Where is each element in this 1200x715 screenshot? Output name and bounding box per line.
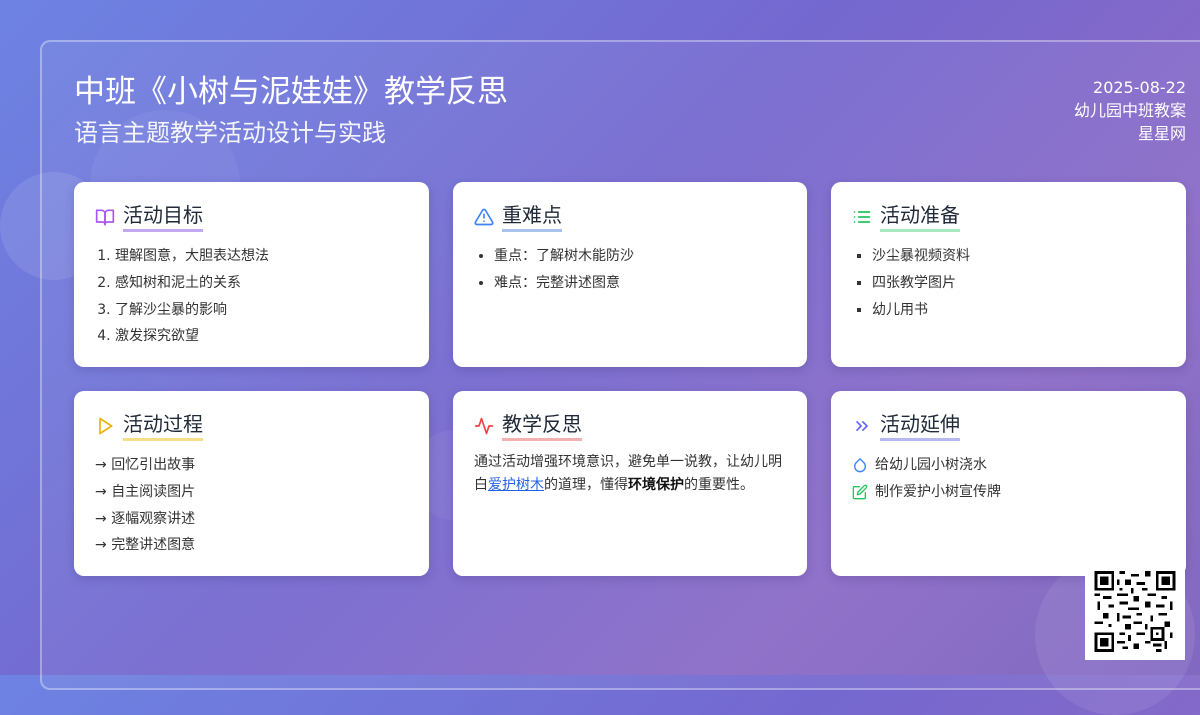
list-item: 完整讲述图意 <box>95 532 411 559</box>
card-title: 活动目标 <box>123 202 203 232</box>
list-item: 沙尘暴视频资料 <box>872 243 1168 270</box>
book-open-icon <box>95 209 115 226</box>
card-header: 活动准备 <box>852 202 960 232</box>
card-body: 理解图意，大胆表达想法 感知树和泥土的关系 了解沙尘暴的影响 激发探究欲望 <box>95 243 411 350</box>
list-item: 幼儿用书 <box>872 297 1168 324</box>
meta-info: 2025-08-22 幼儿园中班教案 星星网 <box>1074 76 1186 145</box>
card-extension: 活动延伸 给幼儿园小树浇水 制作爱护小树宣传牌 <box>831 391 1186 576</box>
card-title: 活动准备 <box>880 202 960 232</box>
card-keypoints: 重难点 重点：了解树木能防沙 难点：完整讲述图意 <box>453 182 807 367</box>
list-item: 制作爱护小树宣传牌 <box>852 479 1168 506</box>
card-body: 重点：了解树木能防沙 难点：完整讲述图意 <box>474 243 789 297</box>
goals-list: 理解图意，大胆表达想法 感知树和泥土的关系 了解沙尘暴的影响 激发探究欲望 <box>95 243 411 350</box>
card-header: 教学反思 <box>474 411 582 441</box>
list-item: 逐幅观察讲述 <box>95 506 411 533</box>
alert-triangle-icon <box>474 208 494 226</box>
reflection-text: 通过活动增强环境意识，避免单一说教，让幼儿明白爱护树木的道理，懂得环境保护的重要… <box>474 451 789 497</box>
card-process: 活动过程 回忆引出故事 自主阅读图片 逐幅观察讲述 完整讲述图意 <box>74 391 429 576</box>
card-body: 回忆引出故事 自主阅读图片 逐幅观察讲述 完整讲述图意 <box>95 452 411 559</box>
qr-code[interactable] <box>1085 563 1185 660</box>
extension-list: 给幼儿园小树浇水 制作爱护小树宣传牌 <box>852 452 1168 506</box>
card-goals: 活动目标 理解图意，大胆表达想法 感知树和泥土的关系 了解沙尘暴的影响 激发探究… <box>74 182 429 367</box>
card-title: 活动过程 <box>123 411 203 441</box>
card-body: 给幼儿园小树浇水 制作爱护小树宣传牌 <box>852 452 1168 506</box>
card-preparation: 活动准备 沙尘暴视频资料 四张教学图片 幼儿用书 <box>831 182 1186 367</box>
card-title: 重难点 <box>502 202 562 232</box>
reflection-text-part: 的重要性。 <box>684 477 754 493</box>
play-icon <box>99 417 113 435</box>
list-item: 重点：了解树木能防沙 <box>494 243 789 270</box>
reflection-text-part: 的道理，懂得 <box>544 477 628 493</box>
list-item: 激发探究欲望 <box>115 323 411 350</box>
list-item: 回忆引出故事 <box>95 452 411 479</box>
qr-code-icon <box>1094 571 1176 652</box>
process-list: 回忆引出故事 自主阅读图片 逐幅观察讲述 完整讲述图意 <box>95 452 411 559</box>
card-body: 沙尘暴视频资料 四张教学图片 幼儿用书 <box>852 243 1168 323</box>
card-header: 活动过程 <box>95 411 203 441</box>
card-title: 活动延伸 <box>880 411 960 441</box>
keypoints-list: 重点：了解树木能防沙 难点：完整讲述图意 <box>474 243 789 297</box>
protect-trees-link[interactable]: 爱护树木 <box>488 477 544 493</box>
reflection-emphasis: 环境保护 <box>628 477 684 493</box>
list-item: 给幼儿园小树浇水 <box>852 452 1168 479</box>
page-title: 中班《小树与泥娃娃》教学反思 <box>74 74 508 110</box>
list-item: 难点：完整讲述图意 <box>494 270 789 297</box>
chevrons-right-icon <box>856 421 868 431</box>
droplet-icon <box>854 458 866 473</box>
list-item: 理解图意，大胆表达想法 <box>115 243 411 270</box>
list-item: 感知树和泥土的关系 <box>115 270 411 297</box>
source-text: 星星网 <box>1137 124 1186 143</box>
category-text: 幼儿园中班教案 <box>1073 101 1186 120</box>
date-text: 2025-08-22 <box>1093 78 1186 97</box>
list-item-label: 制作爱护小树宣传牌 <box>875 483 1001 500</box>
card-header: 活动延伸 <box>852 411 960 441</box>
card-header: 重难点 <box>474 202 562 232</box>
page-subtitle: 语言主题教学活动设计与实践 <box>74 119 386 147</box>
preparation-list: 沙尘暴视频资料 四张教学图片 幼儿用书 <box>852 243 1168 323</box>
list-item: 自主阅读图片 <box>95 479 411 506</box>
list-item: 四张教学图片 <box>872 270 1168 297</box>
edit-icon <box>852 484 868 500</box>
card-header: 活动目标 <box>95 202 203 232</box>
list-item-label: 给幼儿园小树浇水 <box>875 457 987 473</box>
card-reflection: 教学反思 通过活动增强环境意识，避免单一说教，让幼儿明白爱护树木的道理，懂得环境… <box>453 391 807 576</box>
list-item: 了解沙尘暴的影响 <box>115 297 411 324</box>
activity-icon <box>474 417 494 435</box>
card-title: 教学反思 <box>502 411 582 441</box>
list-icon <box>853 211 871 223</box>
